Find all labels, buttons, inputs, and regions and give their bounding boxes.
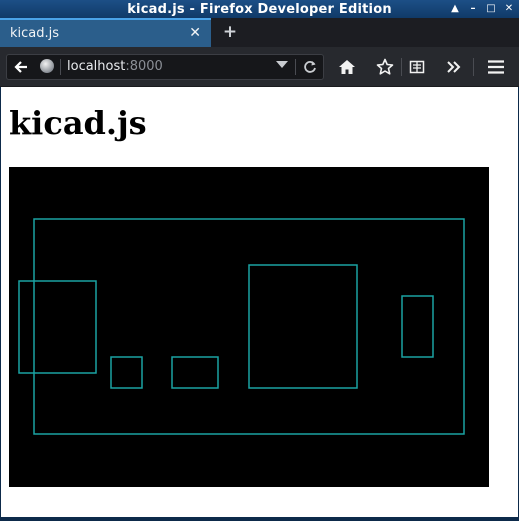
page-heading: kicad.js: [9, 104, 147, 142]
restore-icon[interactable]: –: [467, 0, 479, 18]
bookmark-star-icon[interactable]: [374, 56, 396, 78]
window-controls: ▲ – □ ✕: [449, 0, 515, 18]
footprint-outline: [18, 280, 97, 374]
url-divider: [60, 59, 61, 75]
overflow-chevron-icon[interactable]: [443, 56, 465, 78]
minimize-icon[interactable]: ▲: [449, 0, 461, 18]
maximize-icon[interactable]: □: [485, 0, 497, 18]
url-divider: [295, 59, 296, 75]
window-titlebar: kicad.js - Firefox Developer Edition ▲ –…: [0, 0, 519, 18]
url-history-dropdown-icon[interactable]: [276, 61, 288, 73]
close-window-icon[interactable]: ✕: [503, 0, 515, 18]
hamburger-menu-icon[interactable]: [485, 56, 507, 78]
url-host: localhost: [67, 59, 126, 74]
window-title: kicad.js - Firefox Developer Edition: [127, 1, 392, 17]
navigation-toolbar: localhost:8000: [0, 47, 519, 87]
reload-icon[interactable]: [300, 57, 320, 77]
pcb-canvas[interactable]: [9, 167, 489, 487]
url-text[interactable]: localhost:8000: [67, 59, 163, 74]
tab-label: kicad.js: [10, 26, 60, 41]
footprint-outline: [171, 356, 219, 389]
reading-list-icon[interactable]: [406, 56, 428, 78]
footprint-outline: [248, 264, 358, 389]
url-bar[interactable]: localhost:8000: [6, 54, 324, 80]
footprint-outline: [401, 295, 434, 358]
page-content: kicad.js: [0, 87, 518, 517]
url-port: :8000: [125, 59, 163, 74]
window-bottom-border: [0, 517, 519, 521]
tab-bar: kicad.js ✕ +: [0, 18, 519, 47]
back-arrow-icon[interactable]: [9, 57, 33, 77]
toolbar-divider: [401, 58, 402, 76]
site-globe-icon[interactable]: [40, 59, 54, 73]
home-icon[interactable]: [336, 56, 358, 78]
new-tab-button[interactable]: +: [222, 23, 238, 41]
toolbar-divider: [473, 58, 474, 76]
close-tab-icon[interactable]: ✕: [189, 25, 201, 41]
pcb-outline-drawing: [18, 218, 465, 435]
footprint-outline: [110, 356, 143, 389]
tab-kicad-js[interactable]: kicad.js ✕: [0, 18, 211, 47]
